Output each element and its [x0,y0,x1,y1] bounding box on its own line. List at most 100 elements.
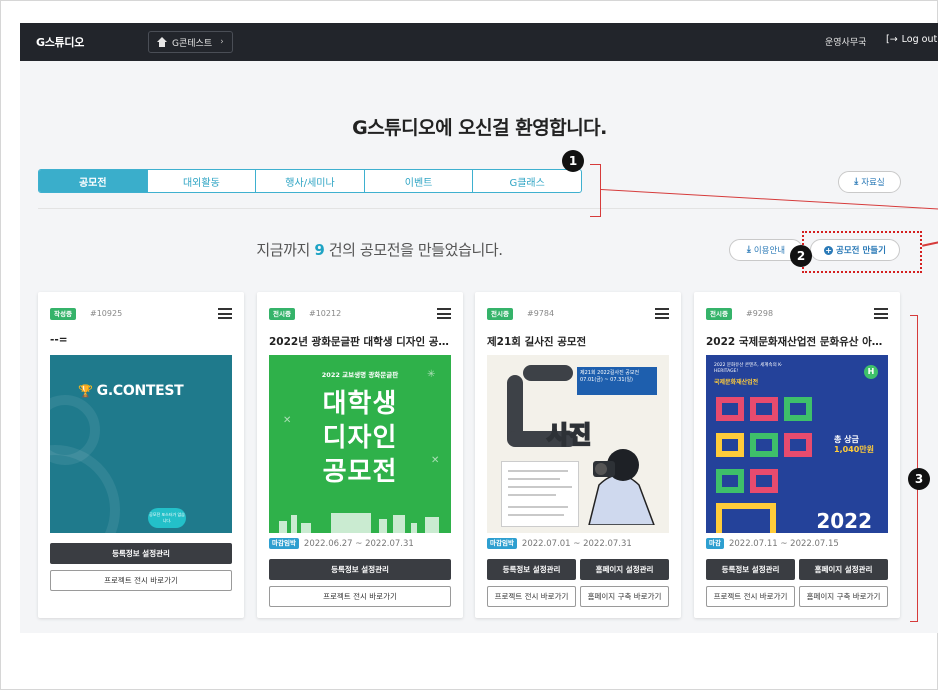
deadline-badge: 마감임박 [487,538,517,549]
tab-event-seminar[interactable]: 행사/세미나 [256,170,365,192]
contest-card: 전시중 #9298 2022 국제문화재산업전 문화유산 아… 2022 문화유… [694,292,900,618]
annotation-highlight-box [802,231,922,273]
contest-card: 전시중 #10212 2022년 광화문글판 대학생 디자인 공… 2022 교… [257,292,463,618]
annotation-marker: 2 [790,245,812,267]
manage-info-button[interactable]: 등록정보 설정관리 [269,559,451,580]
count-suffix: 건의 공모전을 만들었습니다. [328,241,503,259]
count-prefix: 지금까지 [256,241,310,259]
tab-gclass[interactable]: G클래스 [473,170,581,192]
contest-poster[interactable]: 2022 문화유산 콘텐츠, 세계속의 K-HERITAGE! 국제문화재산업전… [706,355,888,533]
poster-decoration [716,503,776,533]
contest-id: #10925 [90,309,123,318]
home-icon [157,37,167,47]
poster-decoration [716,433,744,457]
photographer-illustration [588,449,655,525]
category-tabs: 공모전 대외활동 행사/세미나 이벤트 G클래스 [38,169,582,193]
heritage-logo-icon: H [864,365,878,379]
menu-icon[interactable] [437,308,451,319]
poster-decoration [716,397,744,421]
top-navbar: G스튜디오 G콘테스트 › 운영사무국 [→ Log out [20,23,938,61]
trophy-icon: 🏆 [78,384,93,398]
project-exhibit-button[interactable]: 프로젝트 전시 바로가기 [269,586,451,607]
breadcrumb-label: G콘테스트 [172,38,213,49]
poster-infobox: 제21회 2022길사진 공모전 07.01(금) ~ 07.31(일) [577,367,657,395]
contest-id: #9784 [527,309,555,318]
contest-dates: 마감임박 2022.06.27 ~ 2022.07.31 [269,538,414,549]
poster-decoration [784,433,812,457]
poster-header: 2022 문화유산 콘텐츠, 세계속의 K-HERITAGE! [714,363,783,374]
contest-poster[interactable]: 2022 교보생명 광화문글판 대학생 디자인 공모전 ✕ ✳ ✕ [269,355,451,533]
poster-year: 2022 [816,509,872,533]
card-title: 2022년 광화문글판 대학생 디자인 공… [269,336,449,348]
app-window: G스튜디오 G콘테스트 › 운영사무국 [→ Log out G스튜디오에 오신… [20,23,938,633]
logout-button[interactable]: [→ Log out [886,34,937,45]
city-skyline [269,511,451,533]
poster-brand: 🏆 G.CONTEST [78,383,184,399]
contest-poster[interactable]: 제21회 2022길사진 공모전 07.01(금) ~ 07.31(일) 사진 [487,355,669,533]
download-icon: ⤓ [746,245,751,255]
logout-label: Log out [901,34,938,45]
chevron-right-icon: › [220,37,224,47]
data-room-button[interactable]: ⤓ 자료실 [838,171,901,193]
page-title: G스튜디오에 오신걸 환영합니다. [352,117,607,139]
contest-poster[interactable]: 🏆 G.CONTEST 공모전 포스터가 없습니다. [50,355,232,533]
poster-decoration [750,397,778,421]
annotation-marker: 1 [562,150,584,172]
contest-dates: 마감 2022.07.11 ~ 2022.07.15 [706,538,839,549]
poster-bubble: 공모전 포스터가 없습니다. [148,508,186,528]
poster-decoration [523,365,573,381]
poster-decoration [750,469,778,493]
prize-amount: 1,040만원 [834,445,875,454]
card-title: 제21회 길사진 공모전 [487,336,587,348]
poster-prize: 총 상금 1,040만원 [834,435,874,455]
poster-line: 대학생 [322,389,398,419]
project-exhibit-button[interactable]: 프로젝트 전시 바로가기 [50,570,232,591]
manage-info-button[interactable]: 등록정보 설정관리 [706,559,795,580]
deadline-badge: 마감임박 [269,538,299,549]
deadline-badge: 마감 [706,538,724,549]
date-range: 2022.07.01 ~ 2022.07.31 [521,538,632,549]
poster-decoration [716,469,744,493]
contest-id: #9298 [746,309,774,318]
menu-icon[interactable] [218,308,232,319]
data-room-label: 자료실 [861,178,885,188]
poster-infosheet [501,461,579,527]
office-link[interactable]: 운영사무국 [825,35,866,48]
card-title: --= [50,334,68,346]
homepage-build-button[interactable]: 홈페이지 구축 바로가기 [799,586,888,607]
poster-line: 디자인 [322,423,398,453]
contest-card: 전시중 #9784 제21회 길사진 공모전 제21회 2022길사진 공모전 … [475,292,681,618]
poster-line: 공모전 [322,457,398,487]
manage-homepage-button[interactable]: 홈페이지 설정관리 [580,559,669,580]
divider [38,208,921,209]
prize-label: 총 상금 [834,435,859,444]
poster-decoration [750,433,778,457]
poster-decoration [784,397,812,421]
site-logo[interactable]: G스튜디오 [36,34,84,50]
manage-info-button[interactable]: 등록정보 설정관리 [487,559,576,580]
menu-icon[interactable] [655,308,669,319]
menu-icon[interactable] [874,308,888,319]
screenshot-frame: G스튜디오 G콘테스트 › 운영사무국 [→ Log out G스튜디오에 오신… [0,0,938,690]
contest-id: #10212 [309,309,342,318]
poster-header-title: 국제문화재산업전 [714,379,759,386]
tab-contest[interactable]: 공모전 [39,170,148,192]
sparkle-icon: ✕ [283,415,292,426]
breadcrumb[interactable]: G콘테스트 › [148,31,233,53]
card-title: 2022 국제문화재산업전 문화유산 아… [706,336,883,348]
project-exhibit-button[interactable]: 프로젝트 전시 바로가기 [487,586,576,607]
homepage-build-button[interactable]: 홈페이지 구축 바로가기 [580,586,669,607]
status-badge: 전시중 [487,308,513,320]
manage-homepage-button[interactable]: 홈페이지 설정관리 [799,559,888,580]
date-range: 2022.06.27 ~ 2022.07.31 [303,538,414,549]
tab-event[interactable]: 이벤트 [365,170,474,192]
manage-info-button[interactable]: 등록정보 설정관리 [50,543,232,564]
sparkle-icon: ✳ [427,369,436,380]
tab-external-activity[interactable]: 대외활동 [148,170,257,192]
count-number: 9 [314,241,325,259]
annotation-marker: 3 [908,468,930,490]
sparkle-icon: ✕ [431,455,440,466]
poster-decoration [50,395,100,465]
download-icon: ⤓ [854,177,859,187]
project-exhibit-button[interactable]: 프로젝트 전시 바로가기 [706,586,795,607]
